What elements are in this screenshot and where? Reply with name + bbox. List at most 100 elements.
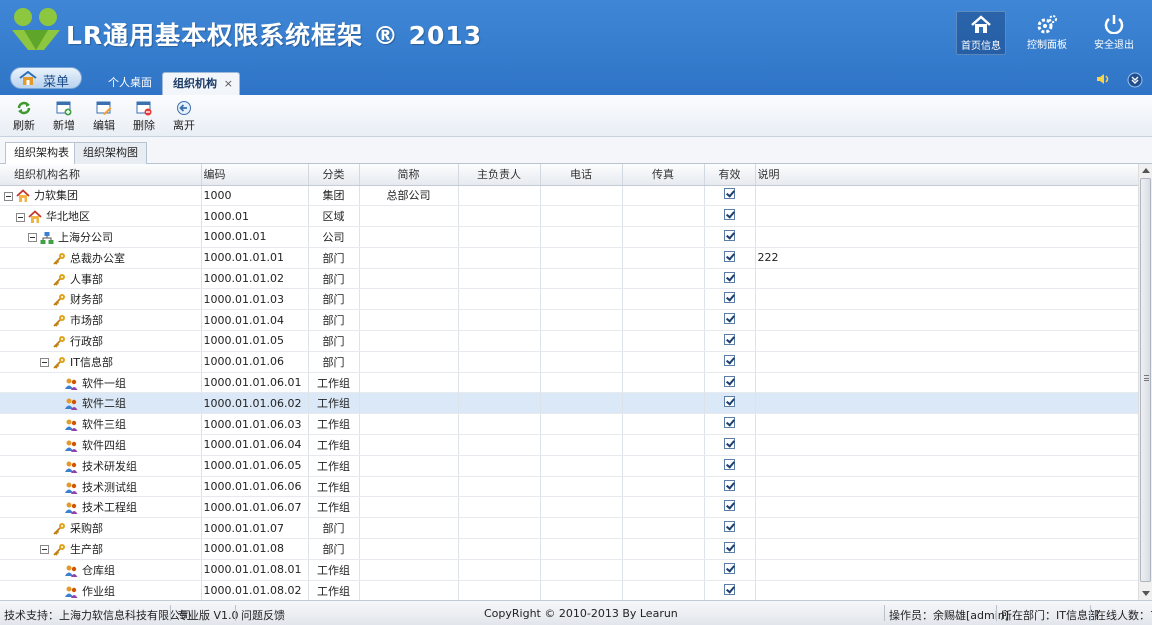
fax-cell xyxy=(622,517,705,540)
tab-org-table[interactable]: 组织架构表 xyxy=(5,142,78,165)
valid-checkbox[interactable] xyxy=(724,313,735,325)
feedback-link[interactable]: 问题反馈 xyxy=(241,607,285,623)
scroll-up-arrow[interactable] xyxy=(1142,168,1150,173)
table-row[interactable]: 技术工程组 1000.01.01.06.07 工作组 xyxy=(0,496,1138,519)
control-panel-button[interactable]: 控制面板 xyxy=(1022,11,1072,55)
table-row[interactable]: 采购部 1000.01.01.07 部门 xyxy=(0,517,1138,540)
table-row[interactable]: 软件二组 1000.01.01.06.02 工作组 xyxy=(0,392,1138,415)
table-row[interactable]: 财务部 1000.01.01.03 部门 xyxy=(0,288,1138,311)
table-row[interactable]: 仓库组 1000.01.01.08.01 工作组 xyxy=(0,559,1138,581)
chevron-down-icon[interactable] xyxy=(1127,72,1143,88)
tab-organization[interactable]: 组织机构 × xyxy=(162,72,240,95)
valid-checkbox[interactable] xyxy=(724,229,735,241)
scroll-down-arrow[interactable] xyxy=(1142,591,1150,596)
valid-checkbox[interactable] xyxy=(724,458,735,470)
close-icon[interactable]: × xyxy=(224,73,233,95)
col-header-manager[interactable]: 主负责人 xyxy=(458,164,541,186)
valid-checkbox[interactable] xyxy=(724,562,735,574)
add-button[interactable]: 新增 xyxy=(46,98,82,134)
collapse-toggle-icon[interactable] xyxy=(28,233,37,243)
valid-checkbox[interactable] xyxy=(724,583,735,595)
table-row[interactable]: 华北地区 1000.01 区域 xyxy=(0,205,1138,228)
table-row[interactable]: 软件一组 1000.01.01.06.01 工作组 xyxy=(0,372,1138,394)
logo-icon xyxy=(12,8,60,50)
collapse-toggle-icon[interactable] xyxy=(40,545,49,555)
col-header-type[interactable]: 分类 xyxy=(308,164,360,186)
valid-checkbox[interactable] xyxy=(724,521,735,533)
group-icon xyxy=(65,461,78,473)
col-header-short[interactable]: 简称 xyxy=(359,164,459,186)
org-name: 技术测试组 xyxy=(82,480,137,494)
collapse-toggle-icon[interactable] xyxy=(16,212,25,222)
phone-cell xyxy=(540,538,623,560)
edit-button[interactable]: 编辑 xyxy=(86,98,122,134)
col-header-valid[interactable]: 有效 xyxy=(704,164,756,186)
valid-checkbox[interactable] xyxy=(724,479,735,491)
table-row[interactable]: 技术研发组 1000.01.01.06.05 工作组 xyxy=(0,455,1138,477)
valid-checkbox[interactable] xyxy=(724,396,735,408)
valid-checkbox[interactable] xyxy=(724,541,735,553)
table-row[interactable]: 力软集团 1000 集团 总部公司 xyxy=(0,185,1138,207)
operator-text: 操作员：余赐雄[admin] xyxy=(889,609,1010,622)
org-name: 软件四组 xyxy=(82,438,126,452)
table-row[interactable]: 生产部 1000.01.01.08 部门 xyxy=(0,538,1138,560)
key-icon xyxy=(53,273,65,286)
table-row[interactable]: 作业组 1000.01.01.08.02 工作组 xyxy=(0,580,1138,600)
org-name-cell: 软件三组 xyxy=(0,413,202,436)
col-header-note[interactable]: 说明 xyxy=(755,164,1138,186)
org-name-cell: 仓库组 xyxy=(0,559,202,581)
type-cell: 工作组 xyxy=(308,413,360,436)
col-header-code[interactable]: 编码 xyxy=(201,164,309,186)
valid-cell xyxy=(704,434,756,456)
short-name-cell xyxy=(359,372,459,394)
refresh-button[interactable]: 刷新 xyxy=(6,98,42,134)
table-row[interactable]: 人事部 1000.01.01.02 部门 xyxy=(0,268,1138,290)
valid-checkbox[interactable] xyxy=(724,250,735,262)
speaker-icon[interactable] xyxy=(1096,72,1112,86)
col-header-name[interactable]: 组织机构名称 xyxy=(0,164,202,186)
leave-button[interactable]: 离开 xyxy=(166,98,202,134)
vertical-scrollbar[interactable] xyxy=(1138,164,1152,600)
logout-button[interactable]: 安全退出 xyxy=(1089,11,1139,55)
home-info-button[interactable]: 首页信息 xyxy=(956,11,1006,55)
valid-checkbox[interactable] xyxy=(724,209,735,221)
short-name-cell xyxy=(359,392,459,415)
table-row[interactable]: 行政部 1000.01.01.05 部门 xyxy=(0,330,1138,352)
code-cell: 1000.01.01.02 xyxy=(201,268,309,290)
manager-cell xyxy=(458,517,541,540)
col-header-phone[interactable]: 电话 xyxy=(540,164,623,186)
collapse-toggle-icon[interactable] xyxy=(4,191,13,201)
valid-cell xyxy=(704,392,756,415)
short-name-cell: 总部公司 xyxy=(359,185,459,207)
table-row[interactable]: 软件四组 1000.01.01.06.04 工作组 xyxy=(0,434,1138,456)
table-row[interactable]: 技术测试组 1000.01.01.06.06 工作组 xyxy=(0,476,1138,498)
col-header-fax[interactable]: 传真 xyxy=(622,164,705,186)
note-cell xyxy=(755,413,1138,436)
table-row[interactable]: 总裁办公室 1000.01.01.01 部门 222 xyxy=(0,247,1138,269)
tab-org-chart[interactable]: 组织架构图 xyxy=(74,142,147,164)
table-row[interactable]: 上海分公司 1000.01.01 公司 xyxy=(0,226,1138,248)
table-row[interactable]: 市场部 1000.01.01.04 部门 xyxy=(0,309,1138,332)
view-tabs: 组织架构表 组织架构图 xyxy=(0,137,1152,165)
valid-checkbox[interactable] xyxy=(724,354,735,366)
menu-button[interactable]: 菜单 xyxy=(10,67,82,90)
collapse-toggle-icon[interactable] xyxy=(40,358,49,368)
key-icon xyxy=(53,294,65,307)
org-chart-icon xyxy=(40,231,54,244)
valid-checkbox[interactable] xyxy=(724,333,735,345)
scroll-thumb[interactable] xyxy=(1140,178,1151,582)
valid-checkbox[interactable] xyxy=(724,292,735,304)
valid-checkbox[interactable] xyxy=(724,500,735,512)
table-row[interactable]: 软件三组 1000.01.01.06.03 工作组 xyxy=(0,413,1138,436)
valid-checkbox[interactable] xyxy=(724,417,735,429)
valid-checkbox[interactable] xyxy=(724,188,735,200)
table-row[interactable]: IT信息部 1000.01.01.06 部门 xyxy=(0,351,1138,373)
type-cell: 工作组 xyxy=(308,372,360,394)
delete-button[interactable]: 删除 xyxy=(126,98,162,134)
tab-personal-desktop[interactable]: 个人桌面 xyxy=(100,72,160,95)
valid-checkbox[interactable] xyxy=(724,271,735,283)
valid-checkbox[interactable] xyxy=(724,437,735,449)
valid-checkbox[interactable] xyxy=(724,375,735,387)
note-cell xyxy=(755,434,1138,456)
home-icon xyxy=(19,71,37,85)
